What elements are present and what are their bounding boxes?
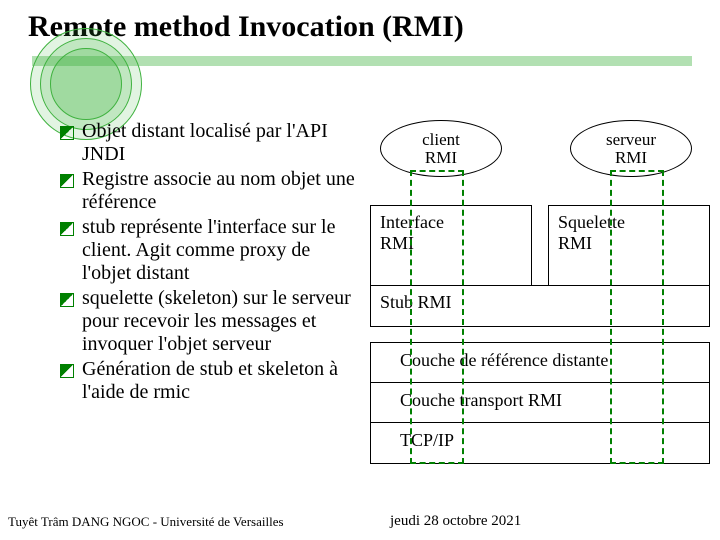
bullet-icon xyxy=(60,293,74,307)
bullet-list: Objet distant localisé par l'API JNDI Re… xyxy=(60,120,360,406)
list-item: Génération de stub et skeleton à l'aide … xyxy=(60,358,360,404)
list-item: squelette (skeleton) sur le serveur pour… xyxy=(60,287,360,356)
client-dashed-path xyxy=(410,170,464,464)
list-item: Registre associe au nom objet une référe… xyxy=(60,168,360,214)
footer-date: jeudi 28 octobre 2021 xyxy=(390,513,521,530)
client-ellipse: client RMI xyxy=(380,120,502,177)
bullet-text: Objet distant localisé par l'API JNDI xyxy=(82,120,360,166)
decorative-circle-inner xyxy=(50,48,122,120)
server-ellipse: serveur RMI xyxy=(570,120,692,177)
bullet-text: Génération de stub et skeleton à l'aide … xyxy=(82,358,360,404)
bullet-text: squelette (skeleton) sur le serveur pour… xyxy=(82,287,360,356)
server-dashed-path xyxy=(610,170,664,464)
footer-author: Tuyêt Trâm DANG NGOC - Université de Ver… xyxy=(8,514,284,530)
bullet-icon xyxy=(60,222,74,236)
bullet-text: stub représente l'interface sur le clien… xyxy=(82,216,360,285)
list-item: Objet distant localisé par l'API JNDI xyxy=(60,120,360,166)
bullet-text: Registre associe au nom objet une référe… xyxy=(82,168,360,214)
rmi-diagram: Interface RMI Squelette RMI Stub RMI Cou… xyxy=(370,120,710,480)
bullet-icon xyxy=(60,364,74,378)
bullet-icon xyxy=(60,174,74,188)
list-item: stub représente l'interface sur le clien… xyxy=(60,216,360,285)
bullet-icon xyxy=(60,126,74,140)
